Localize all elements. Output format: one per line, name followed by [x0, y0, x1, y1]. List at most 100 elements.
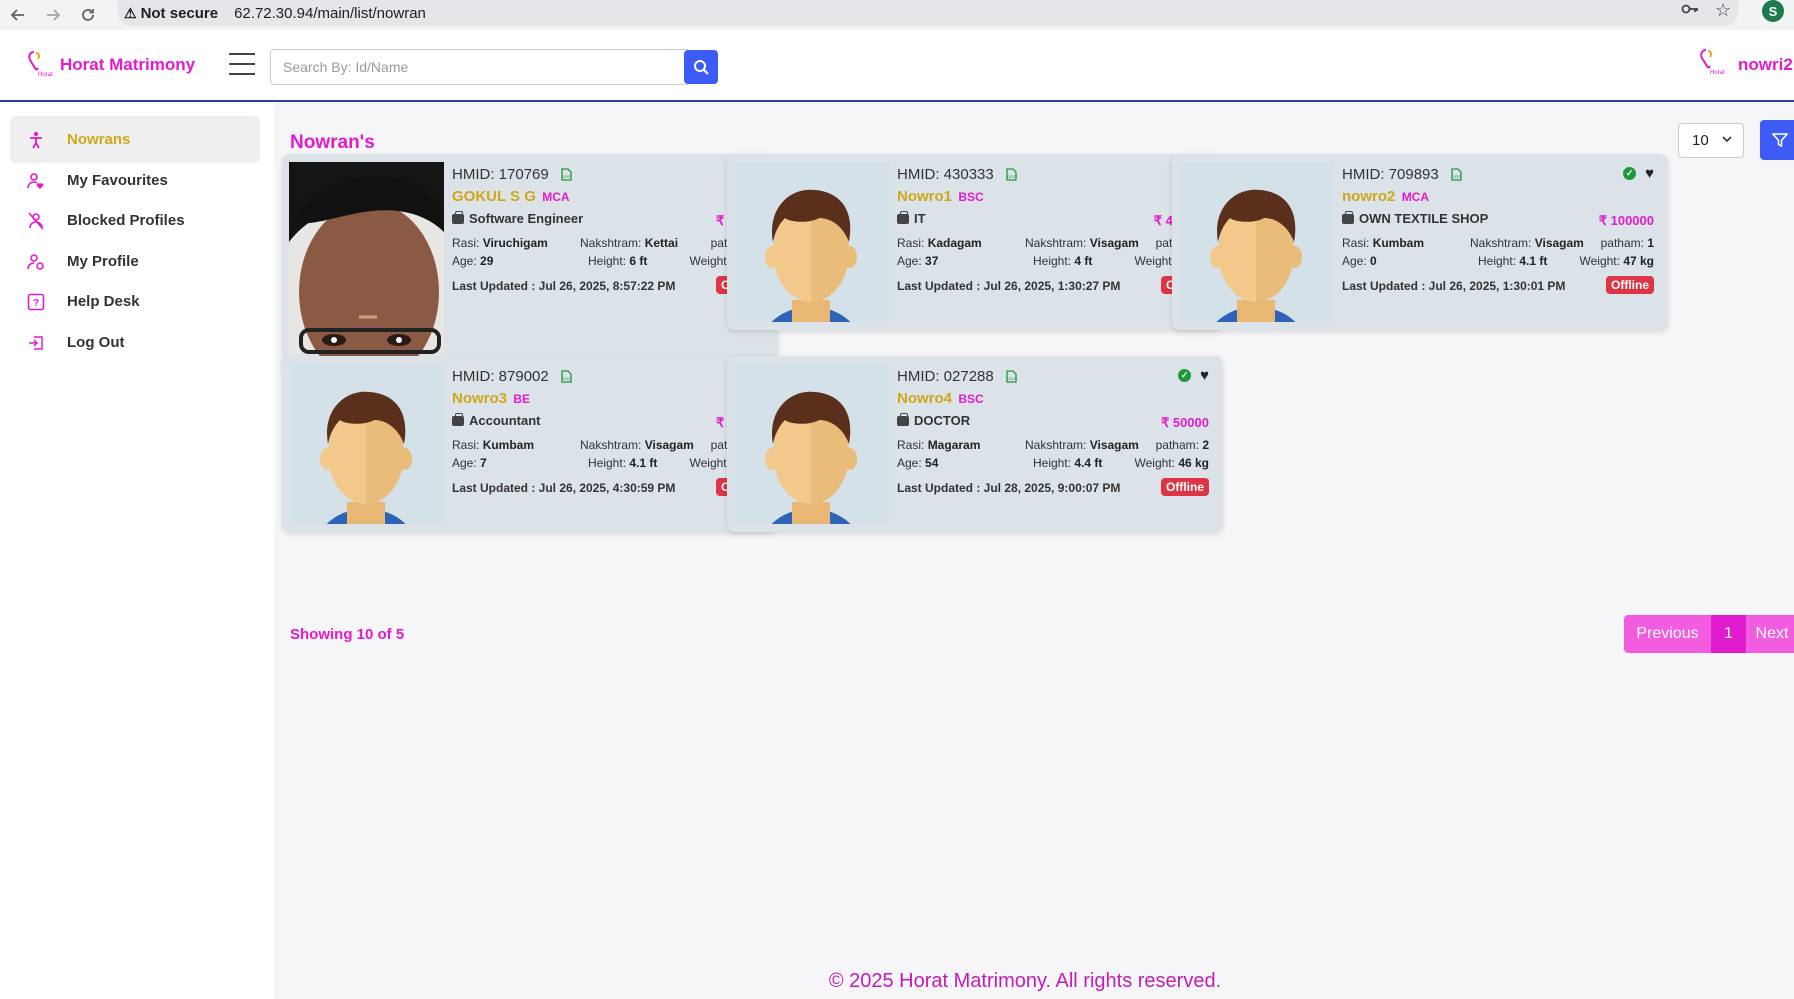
- svg-text:DOC: DOC: [1007, 174, 1016, 179]
- height-value: 4 ft: [1074, 254, 1093, 268]
- document-icon[interactable]: DOC: [561, 370, 572, 386]
- user-heart-icon: [25, 172, 47, 190]
- filter-button[interactable]: [1760, 120, 1794, 160]
- security-label: Not secure: [140, 4, 219, 22]
- document-icon[interactable]: DOC: [1006, 168, 1017, 184]
- menu-toggle-icon[interactable]: [229, 53, 255, 75]
- address-bar[interactable]: ⚠ Not secure 62.72.30.94/main/list/nowra…: [118, 0, 1738, 26]
- briefcase-icon: [452, 210, 464, 224]
- height-value: 4.1 ft: [629, 456, 658, 470]
- bookmark-star-icon[interactable]: ☆: [1715, 0, 1731, 21]
- last-updated: Last Updated : Jul 28, 2025, 9:00:07 PM: [897, 481, 1121, 495]
- search-input[interactable]: [270, 49, 688, 85]
- profile-degree: BSC: [958, 190, 984, 204]
- brand-name: Horat Matrimony: [60, 55, 196, 74]
- profile-info: HMID: 027288 DOC ✓ ♥ Nowro4 BSC DOCTOR ₹…: [897, 367, 1209, 496]
- profile-hmid: HMID: 430333 DOC: [897, 166, 1017, 184]
- profile-name[interactable]: Nowro1: [897, 188, 952, 205]
- svg-text:DOC: DOC: [562, 174, 571, 179]
- url-text[interactable]: 62.72.30.94/main/list/nowran: [234, 5, 426, 22]
- favourite-heart-icon[interactable]: ♥: [1645, 166, 1654, 181]
- user-menu[interactable]: Horat nowri2: [1698, 48, 1793, 81]
- age-value: 37: [925, 254, 939, 268]
- profile-card[interactable]: HMID: 027288 DOC ✓ ♥ Nowro4 BSC DOCTOR ₹…: [727, 356, 1223, 532]
- search-button[interactable]: [684, 50, 718, 84]
- sidebar-item-label: Help Desk: [67, 293, 140, 310]
- brand[interactable]: Horat Horat Matrimony: [26, 50, 195, 80]
- rasi-value: Magaram: [927, 438, 981, 452]
- patham-value: 2: [1202, 438, 1209, 452]
- profile-card[interactable]: HMID: 709893 DOC ✓ ♥ nowro2 MCA OWN TEXT…: [1172, 154, 1668, 330]
- nakshtram-value: Visagam: [1089, 236, 1139, 250]
- profile-name[interactable]: GOKUL S G: [452, 188, 536, 205]
- profile-salary: ₹ 50000: [1160, 415, 1209, 430]
- next-button[interactable]: Next: [1746, 615, 1794, 653]
- security-indicator[interactable]: ⚠ Not secure: [124, 5, 218, 22]
- profile-name[interactable]: Nowro4: [897, 390, 952, 407]
- profile-card[interactable]: HMID: 170769 DOC ✓ ♥ GOKUL S G MCA Softw…: [282, 154, 778, 372]
- page-size-select[interactable]: 10: [1678, 123, 1744, 158]
- profile-name[interactable]: nowro2: [1342, 188, 1395, 205]
- profile-name-line: Nowro1 BSC: [897, 188, 984, 205]
- profile-name-line: Nowro3 BE: [452, 390, 530, 407]
- browser-profile-avatar[interactable]: S: [1762, 0, 1784, 22]
- patham-value: 1: [1647, 236, 1654, 250]
- reload-icon[interactable]: [76, 3, 100, 27]
- nakshtram-value: Visagam: [1534, 236, 1584, 250]
- document-icon[interactable]: DOC: [561, 168, 572, 184]
- search-bar: [270, 49, 718, 85]
- forward-arrow-icon[interactable]: [41, 3, 65, 27]
- age-value: 0: [1370, 254, 1377, 268]
- profile-info: HMID: 709893 DOC ✓ ♥ nowro2 MCA OWN TEXT…: [1342, 165, 1654, 294]
- profile-name-line: Nowro4 BSC: [897, 390, 984, 407]
- svg-text:DOC: DOC: [1452, 174, 1461, 179]
- username: nowri2: [1738, 54, 1793, 74]
- profile-card[interactable]: HMID: 879002 DOC ✓ ♥ Nowro3 BE Accountan…: [282, 356, 778, 532]
- profile-salary: ₹ 100000: [1598, 213, 1654, 228]
- search-icon: [694, 60, 709, 75]
- profile-card[interactable]: HMID: 430333 DOC ✓ ♥ Nowro1 BSC IT ₹ 450…: [727, 154, 1223, 330]
- user-gear-icon: [25, 253, 47, 271]
- default-avatar-icon[interactable]: [1179, 162, 1334, 322]
- profile-name[interactable]: Nowro3: [452, 390, 507, 407]
- nakshtram-value: Visagam: [644, 438, 694, 452]
- profile-name-line: nowro2 MCA: [1342, 188, 1429, 205]
- profile-info: HMID: 879002 DOC ✓ ♥ Nowro3 BE Accountan…: [452, 356, 772, 532]
- nakshtram-value: Kettai: [644, 236, 679, 250]
- default-avatar-icon[interactable]: [289, 364, 444, 524]
- sidebar-item-nowrans[interactable]: Nowrans: [10, 116, 260, 163]
- age-value: 7: [480, 456, 487, 470]
- sidebar-item-help-desk[interactable]: ? Help Desk: [10, 278, 260, 325]
- sidebar-item-blocked-profiles[interactable]: Blocked Profiles: [10, 197, 260, 244]
- profile-info: HMID: 430333 DOC ✓ ♥ Nowro1 BSC IT ₹ 450…: [897, 154, 1217, 330]
- default-avatar-icon[interactable]: [734, 364, 889, 524]
- default-avatar-icon[interactable]: [734, 162, 889, 322]
- page-number-button[interactable]: 1: [1711, 615, 1746, 653]
- last-updated: Last Updated : Jul 26, 2025, 1:30:27 PM: [897, 279, 1121, 293]
- height-value: 4.4 ft: [1074, 456, 1103, 470]
- favourite-heart-icon[interactable]: ♥: [1200, 368, 1209, 383]
- app-header: Horat Horat Matrimony Horat nowri2: [0, 30, 1794, 102]
- profile-degree: BSC: [958, 392, 984, 406]
- card-actions: ✓ ♥: [1623, 166, 1654, 181]
- last-updated: Last Updated : Jul 26, 2025, 1:30:01 PM: [1342, 279, 1566, 293]
- footer-copyright: © 2025 Horat Matrimony. All rights reser…: [828, 970, 1222, 992]
- document-icon[interactable]: DOC: [1451, 168, 1462, 184]
- age-value: 29: [480, 254, 494, 268]
- warning-triangle-icon: ⚠: [124, 4, 137, 21]
- profile-photo[interactable]: [289, 162, 444, 362]
- sidebar-item-log-out[interactable]: Log Out: [10, 319, 260, 366]
- showing-count: Showing 10 of 5: [290, 626, 405, 643]
- previous-button[interactable]: Previous: [1624, 615, 1711, 653]
- weight-value: 46 kg: [1178, 456, 1209, 470]
- status-badge: Offline: [1161, 478, 1209, 496]
- sidebar-item-label: Log Out: [67, 334, 125, 351]
- back-arrow-icon[interactable]: [6, 3, 30, 27]
- rasi-value: Viruchigam: [482, 236, 548, 250]
- document-icon[interactable]: DOC: [1006, 370, 1017, 386]
- profile-job: IT: [897, 210, 926, 226]
- last-updated: Last Updated : Jul 26, 2025, 4:30:59 PM: [452, 481, 676, 495]
- profile-job: DOCTOR: [897, 412, 970, 428]
- profile-hmid: HMID: 027288 DOC: [897, 368, 1017, 386]
- key-icon[interactable]: [1681, 2, 1699, 21]
